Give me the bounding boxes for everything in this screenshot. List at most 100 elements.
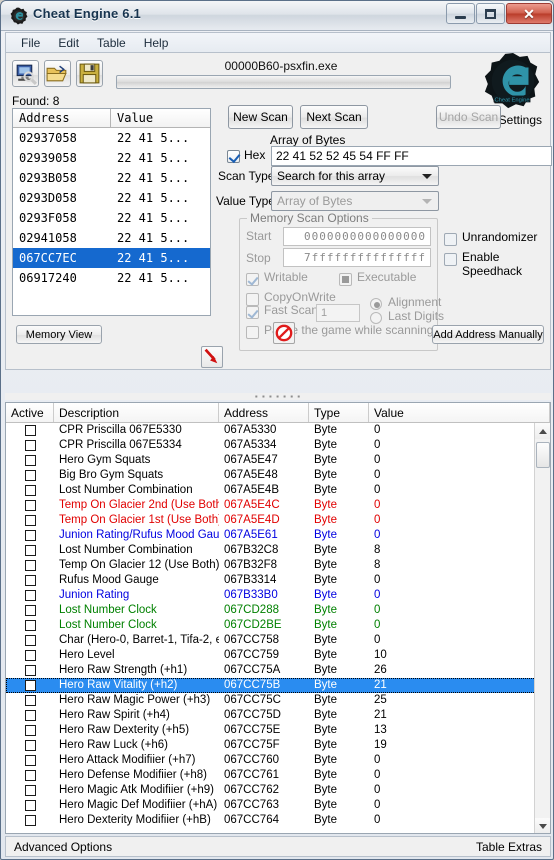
scan-result-row[interactable]: 02941058 22 41 5... [13, 228, 210, 248]
active-checkbox[interactable] [24, 665, 36, 676]
active-checkbox[interactable] [24, 695, 36, 706]
table-row[interactable]: Char (Hero-0, Barret-1, Tifa-2, etc) 067C… [6, 633, 550, 648]
table-row[interactable]: Hero Raw Spirit (+h4) 067CC75D Byte 21 [6, 708, 550, 723]
table-row[interactable]: Hero Raw Dexterity (+h5) 067CC75E Byte 13 [6, 723, 550, 738]
active-checkbox[interactable] [24, 500, 36, 511]
active-checkbox[interactable] [24, 515, 36, 526]
scan-result-row[interactable]: 02937058 22 41 5... [13, 128, 210, 148]
active-checkbox[interactable] [24, 800, 36, 811]
minimize-button[interactable] [446, 3, 475, 24]
menu-file[interactable]: File [12, 34, 49, 52]
table-row[interactable]: Lost Number Combination 067B32C8 Byte 8 [6, 543, 550, 558]
active-checkbox[interactable] [24, 620, 36, 631]
scan-value-input[interactable]: 22 41 52 52 45 54 FF FF [271, 146, 552, 166]
table-row[interactable]: CPR Priscilla 067E5330 067A5330 Byte 0 [6, 423, 550, 438]
active-checkbox[interactable] [24, 680, 36, 691]
table-row[interactable]: Hero Level 067CC759 Byte 10 [6, 648, 550, 663]
add-address-manually-button[interactable]: Add Address Manually [432, 325, 544, 344]
table-row[interactable]: Hero Raw Vitality (+h2) 067CC75B Byte 21 [6, 678, 550, 693]
row-type: Byte [314, 424, 338, 436]
stop-scan-button[interactable] [273, 322, 295, 344]
row-type: Byte [314, 664, 338, 676]
pointer-scan-button[interactable] [201, 346, 223, 368]
active-checkbox[interactable] [24, 485, 36, 496]
active-checkbox[interactable] [24, 425, 36, 436]
advanced-options-label[interactable]: Advanced Options [14, 840, 112, 854]
active-checkbox[interactable] [24, 530, 36, 541]
menu-help[interactable]: Help [135, 34, 178, 52]
table-row[interactable]: Hero Defense Modifiier (+h8) 067CC761 Byte… [6, 768, 550, 783]
active-checkbox[interactable] [24, 605, 36, 616]
table-row[interactable]: Hero Raw Magic Power (+h3) 067CC75C Byte 25 [6, 693, 550, 708]
active-checkbox[interactable] [24, 725, 36, 736]
active-checkbox[interactable] [24, 815, 36, 826]
table-row[interactable]: Lost Number Combination 067A5E4B Byte 0 [6, 483, 550, 498]
active-checkbox[interactable] [24, 785, 36, 796]
next-scan-button[interactable]: Next Scan [300, 105, 368, 129]
table-row[interactable]: Hero Gym Squats 067A5E47 Byte 0 [6, 453, 550, 468]
stop-address-input[interactable]: 7fffffffffffffff [283, 248, 431, 267]
table-row[interactable]: Hero Attack Modifiier (+h7) 067CC760 Byte 0 [6, 753, 550, 768]
scan-result-row[interactable]: 0293B058 22 41 5... [13, 168, 210, 188]
table-row[interactable]: Rufus Mood Gauge 067B3314 Byte 0 [6, 573, 550, 588]
table-extras-label[interactable]: Table Extras [476, 840, 542, 854]
table-row[interactable]: Junion Rating 067B33B0 Byte 0 [6, 588, 550, 603]
save-table-button[interactable] [76, 60, 103, 87]
scan-result-row[interactable]: 0293F058 22 41 5... [13, 208, 210, 228]
table-row[interactable]: Big Bro Gym Squats 067A5E48 Byte 0 [6, 468, 550, 483]
hex-checkbox[interactable] [227, 150, 240, 163]
scroll-up-button[interactable] [535, 423, 550, 439]
scan-result-row[interactable]: 06917240 22 41 5... [13, 268, 210, 288]
active-checkbox[interactable] [24, 650, 36, 661]
address-table[interactable]: Active Description Address Type Value CP… [5, 402, 551, 834]
open-table-button[interactable] [44, 60, 71, 87]
scan-result-row[interactable]: 067CC7EC 22 41 5... [13, 248, 210, 268]
active-checkbox[interactable] [24, 755, 36, 766]
active-checkbox[interactable] [24, 455, 36, 466]
scrollbar-thumb[interactable] [536, 442, 550, 468]
table-row[interactable]: Hero Dexterity Modifiier (+hB) 067CC764 By… [6, 813, 550, 828]
table-row[interactable]: Temp On Glacier 2nd (Use Both) 067A5E4C By… [6, 498, 550, 513]
open-process-button[interactable] [12, 60, 39, 87]
address-table-scrollbar[interactable] [534, 423, 550, 833]
maximize-button[interactable] [476, 3, 505, 24]
table-row[interactable]: CPR Priscilla 067E5334 067A5334 Byte 0 [6, 438, 550, 453]
scan-result-row[interactable]: 02939058 22 41 5... [13, 148, 210, 168]
table-row[interactable]: Hero Magic Def Modifiier (+hA) 067CC763 By… [6, 798, 550, 813]
active-checkbox[interactable] [24, 740, 36, 751]
unrandomizer-checkbox[interactable] [444, 233, 457, 246]
panel-splitter[interactable]: ▪ ▪ ▪ ▪ ▪ ▪ ▪ [5, 392, 551, 400]
row-address: 067CC760 [224, 754, 279, 766]
table-row[interactable]: Temp On Glacier 12 (Use Both) 067B32F8 Byt… [6, 558, 550, 573]
table-row[interactable]: Hero Magic Atk Modifiier (+h9) 067CC762 By… [6, 783, 550, 798]
active-checkbox[interactable] [24, 575, 36, 586]
table-row[interactable]: Junion Rating/Rufus Mood Gauge 067A5E61 By… [6, 528, 550, 543]
active-checkbox[interactable] [24, 710, 36, 721]
scan-results-list[interactable]: Address Value 02937058 22 41 5... 02939058… [12, 108, 211, 316]
active-checkbox[interactable] [24, 590, 36, 601]
menu-table[interactable]: Table [88, 34, 135, 52]
close-button[interactable]: ✕ [506, 3, 552, 24]
active-checkbox[interactable] [24, 635, 36, 646]
memory-view-button[interactable]: Memory View [16, 325, 102, 344]
settings-label[interactable]: Settings [499, 113, 542, 127]
speedhack-checkbox[interactable] [444, 253, 457, 266]
active-checkbox[interactable] [24, 770, 36, 781]
table-row[interactable]: Temp On Glacier 1st (Use Both) 067A5E4D By… [6, 513, 550, 528]
scroll-down-button[interactable] [535, 818, 550, 833]
scan-result-row[interactable]: 0293D058 22 41 5... [13, 188, 210, 208]
row-description: Lost Number Clock [59, 604, 157, 616]
scan-type-dropdown[interactable]: Search for this array [271, 166, 439, 186]
new-scan-button[interactable]: New Scan [228, 105, 293, 129]
active-checkbox[interactable] [24, 470, 36, 481]
menu-edit[interactable]: Edit [49, 34, 88, 52]
table-row[interactable]: Hero Raw Luck (+h6) 067CC75F Byte 19 [6, 738, 550, 753]
row-active-cell [6, 453, 54, 468]
table-row[interactable]: Hero Raw Strength (+h1) 067CC75A Byte 26 [6, 663, 550, 678]
table-row[interactable]: Lost Number Clock 067CD288 Byte 0 [6, 603, 550, 618]
table-row[interactable]: Lost Number Clock 067CD2BE Byte 0 [6, 618, 550, 633]
start-address-input[interactable]: 0000000000000000 [283, 227, 431, 246]
active-checkbox[interactable] [24, 560, 36, 571]
active-checkbox[interactable] [24, 545, 36, 556]
active-checkbox[interactable] [24, 440, 36, 451]
